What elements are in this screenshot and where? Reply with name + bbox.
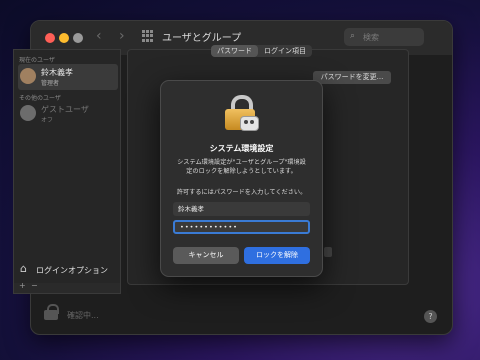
- user-role: オフ: [41, 117, 54, 124]
- current-user-header: 現在のユーザ: [19, 57, 55, 64]
- unlock-dialog: システム環境設定 システム環境設定が"ユーザとグループ"環境設 定のロックを解除…: [160, 80, 323, 277]
- user-name: ゲストユーザ: [41, 105, 89, 114]
- padlock-users-icon: [225, 95, 259, 131]
- tab-bar: パスワード ログイン項目: [211, 45, 312, 57]
- dialog-prompt: 許可するにはパスワードを入力してください。: [176, 189, 307, 196]
- avatar: [20, 68, 36, 84]
- close-button[interactable]: [45, 33, 55, 43]
- username-field[interactable]: 鈴木義孝: [173, 202, 310, 216]
- window-title: ユーザとグループ: [162, 33, 242, 44]
- dialog-title: システム環境設定: [209, 144, 274, 153]
- users-sidebar: 現在のユーザ 鈴木義孝 管理者 その他のユーザ ゲストユーザ オフ ⌂ ログイン…: [13, 49, 121, 285]
- dialog-message-line: システム環境設定が"ユーザとグループ"環境設: [177, 159, 306, 166]
- back-icon[interactable]: ‹: [96, 28, 102, 44]
- tab-password[interactable]: パスワード: [211, 45, 258, 57]
- login-options-item[interactable]: ⌂ ログインオプション: [18, 261, 118, 279]
- add-user-button[interactable]: +: [19, 281, 26, 290]
- change-password-button[interactable]: パスワードを変更...: [313, 71, 391, 84]
- unlock-button[interactable]: ロックを解除: [244, 247, 310, 264]
- user-name: 鈴木義孝: [41, 68, 73, 77]
- login-options-label: ログインオプション: [36, 266, 108, 275]
- forward-icon[interactable]: ›: [119, 28, 125, 44]
- guest-avatar: [20, 105, 36, 121]
- remove-user-button[interactable]: −: [31, 281, 38, 290]
- minimize-button[interactable]: [59, 33, 69, 43]
- show-all-grid-icon[interactable]: [142, 30, 154, 42]
- search-icon: ⌕: [350, 31, 356, 41]
- lock-icon[interactable]: [44, 304, 59, 320]
- dialog-message-line: 定のロックを解除しようとしています。: [186, 168, 297, 175]
- zoom-button[interactable]: [73, 33, 83, 43]
- user-role: 管理者: [41, 80, 60, 87]
- house-icon: ⌂: [20, 262, 27, 275]
- password-field[interactable]: ••••••••••••: [173, 220, 310, 234]
- cancel-button[interactable]: キャンセル: [173, 247, 239, 264]
- sidebar-user-current[interactable]: 鈴木義孝 管理者: [18, 64, 118, 90]
- dialog-message: システム環境設定が"ユーザとグループ"環境設 定のロックを解除しようとしています…: [171, 158, 312, 176]
- search-input[interactable]: ⌕ 検索: [344, 28, 424, 46]
- add-remove-bar: + −: [13, 281, 121, 294]
- background-button: [324, 247, 332, 257]
- sidebar-user-guest[interactable]: ゲストユーザ オフ: [18, 101, 118, 127]
- tab-login-items[interactable]: ログイン項目: [258, 45, 312, 57]
- lock-status: 確認中...: [67, 311, 99, 320]
- search-placeholder: 検索: [363, 33, 379, 42]
- help-button[interactable]: ?: [424, 310, 437, 323]
